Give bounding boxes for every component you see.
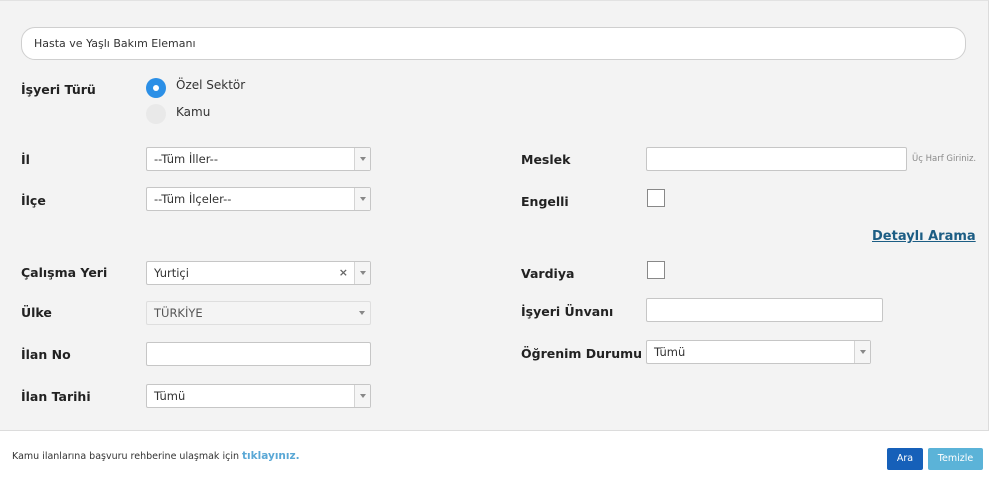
listing-number-input[interactable]: [146, 342, 371, 366]
radio-public-sector[interactable]: [146, 104, 166, 124]
clear-button[interactable]: Temizle: [928, 448, 983, 470]
occupation-input[interactable]: [646, 147, 907, 171]
keyword-input[interactable]: Hasta ve Yaşlı Bakım Elemanı: [21, 27, 966, 60]
district-label: İlçe: [21, 193, 46, 208]
disabled-label: Engelli: [521, 194, 569, 209]
work-location-select-value: Yurtiçi: [154, 266, 189, 280]
search-button[interactable]: Ara: [887, 448, 923, 470]
radio-public-sector-label: Kamu: [176, 105, 211, 119]
employer-title-label: İşyeri Ünvanı: [521, 304, 614, 319]
education-label: Öğrenim Durumu: [521, 346, 643, 361]
chevron-down-icon: [354, 262, 370, 284]
chevron-down-icon: [354, 188, 370, 210]
country-label: Ülke: [21, 305, 52, 320]
radio-private-sector-label: Özel Sektör: [176, 78, 246, 92]
chevron-down-icon: [354, 302, 370, 324]
occupation-hint: Üç Harf Giriniz.: [912, 154, 977, 164]
education-select[interactable]: Tümü: [646, 340, 871, 364]
country-select-value: TÜRKİYE: [154, 306, 203, 320]
footer-guide-message: Kamu ilanlarına başvuru rehberine ulaşma…: [12, 451, 239, 462]
work-location-select[interactable]: Yurtiçi ×: [146, 261, 371, 285]
shift-label: Vardiya: [521, 266, 575, 281]
workplace-type-label: İşyeri Türü: [21, 82, 96, 97]
listing-number-label: İlan No: [21, 347, 71, 362]
listing-date-select[interactable]: Tümü: [146, 384, 371, 408]
footer-guide-text: Kamu ilanlarına başvuru rehberine ulaşma…: [12, 450, 300, 462]
district-select[interactable]: --Tüm İlçeler--: [146, 187, 371, 211]
shift-checkbox[interactable]: [647, 261, 665, 279]
country-select: TÜRKİYE: [146, 301, 371, 325]
chevron-down-icon: [854, 341, 870, 363]
listing-date-label: İlan Tarihi: [21, 389, 91, 404]
work-location-label: Çalışma Yeri: [21, 265, 108, 280]
education-select-value: Tümü: [654, 345, 686, 359]
chevron-down-icon: [354, 385, 370, 407]
city-select[interactable]: --Tüm İller--: [146, 147, 371, 171]
detailed-search-link[interactable]: Detaylı Arama: [872, 229, 976, 244]
district-select-value: --Tüm İlçeler--: [154, 192, 232, 206]
listing-date-select-value: Tümü: [154, 389, 186, 403]
radio-private-sector[interactable]: [146, 78, 166, 98]
employer-title-input[interactable]: [646, 298, 883, 322]
disabled-checkbox[interactable]: [647, 189, 665, 207]
city-label: İl: [21, 152, 30, 167]
occupation-label: Meslek: [521, 152, 571, 167]
chevron-down-icon: [354, 148, 370, 170]
clear-icon[interactable]: ×: [339, 262, 348, 284]
footer-bar: Kamu ilanlarına başvuru rehberine ulaşma…: [0, 432, 990, 487]
city-select-value: --Tüm İller--: [154, 152, 218, 166]
footer-guide-link[interactable]: tıklayınız.: [242, 450, 300, 462]
search-form-panel: Hasta ve Yaşlı Bakım Elemanı İşyeri Türü…: [0, 0, 989, 431]
